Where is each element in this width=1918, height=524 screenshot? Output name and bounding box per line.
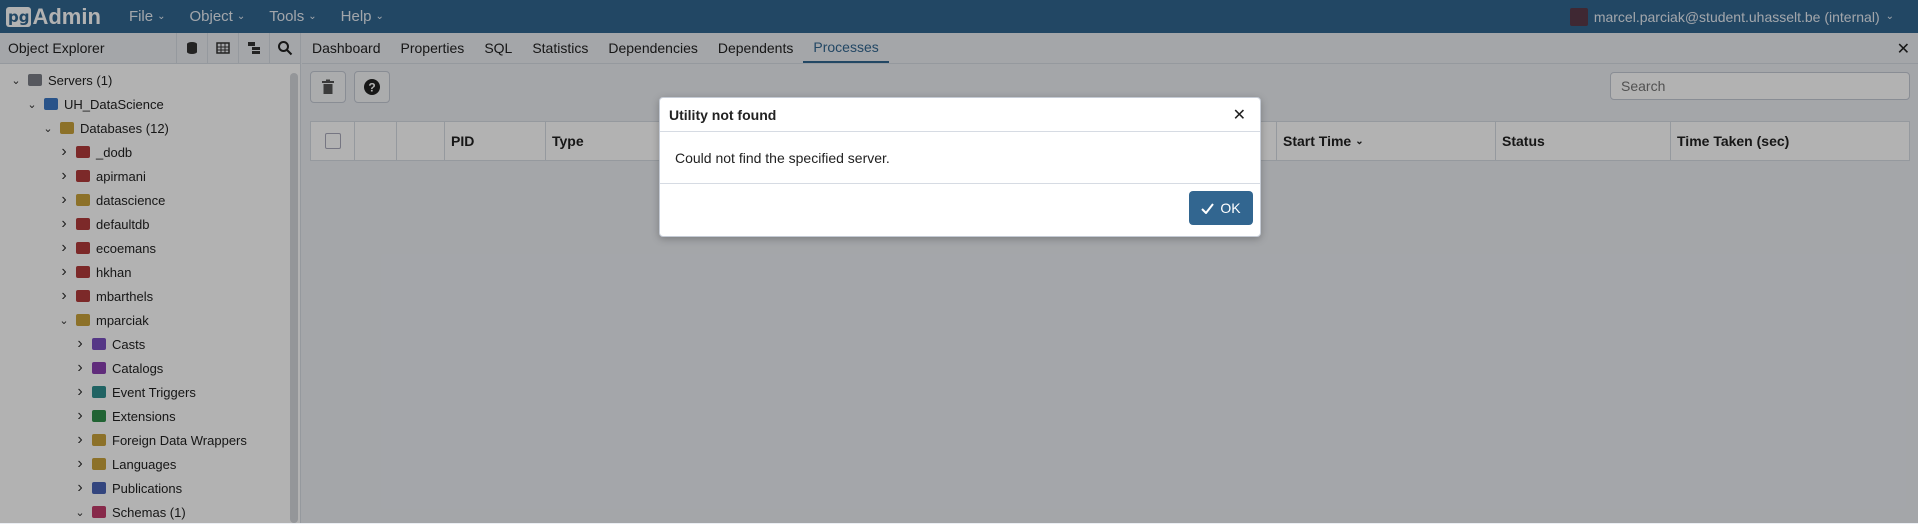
- dialog-header: Utility not found ✕: [660, 98, 1260, 132]
- modal-backdrop: [0, 0, 1918, 523]
- dialog-title: Utility not found: [669, 106, 777, 123]
- check-icon: [1201, 202, 1215, 214]
- ok-label: OK: [1220, 200, 1241, 216]
- ok-button[interactable]: OK: [1189, 191, 1253, 225]
- close-icon[interactable]: ✕: [1233, 105, 1246, 125]
- dialog-footer: OK: [660, 184, 1260, 236]
- dialog-message: Could not find the specified server.: [675, 149, 890, 166]
- dialog-body: Could not find the specified server.: [660, 132, 1260, 184]
- utility-not-found-dialog: Utility not found ✕ Could not find the s…: [659, 97, 1261, 237]
